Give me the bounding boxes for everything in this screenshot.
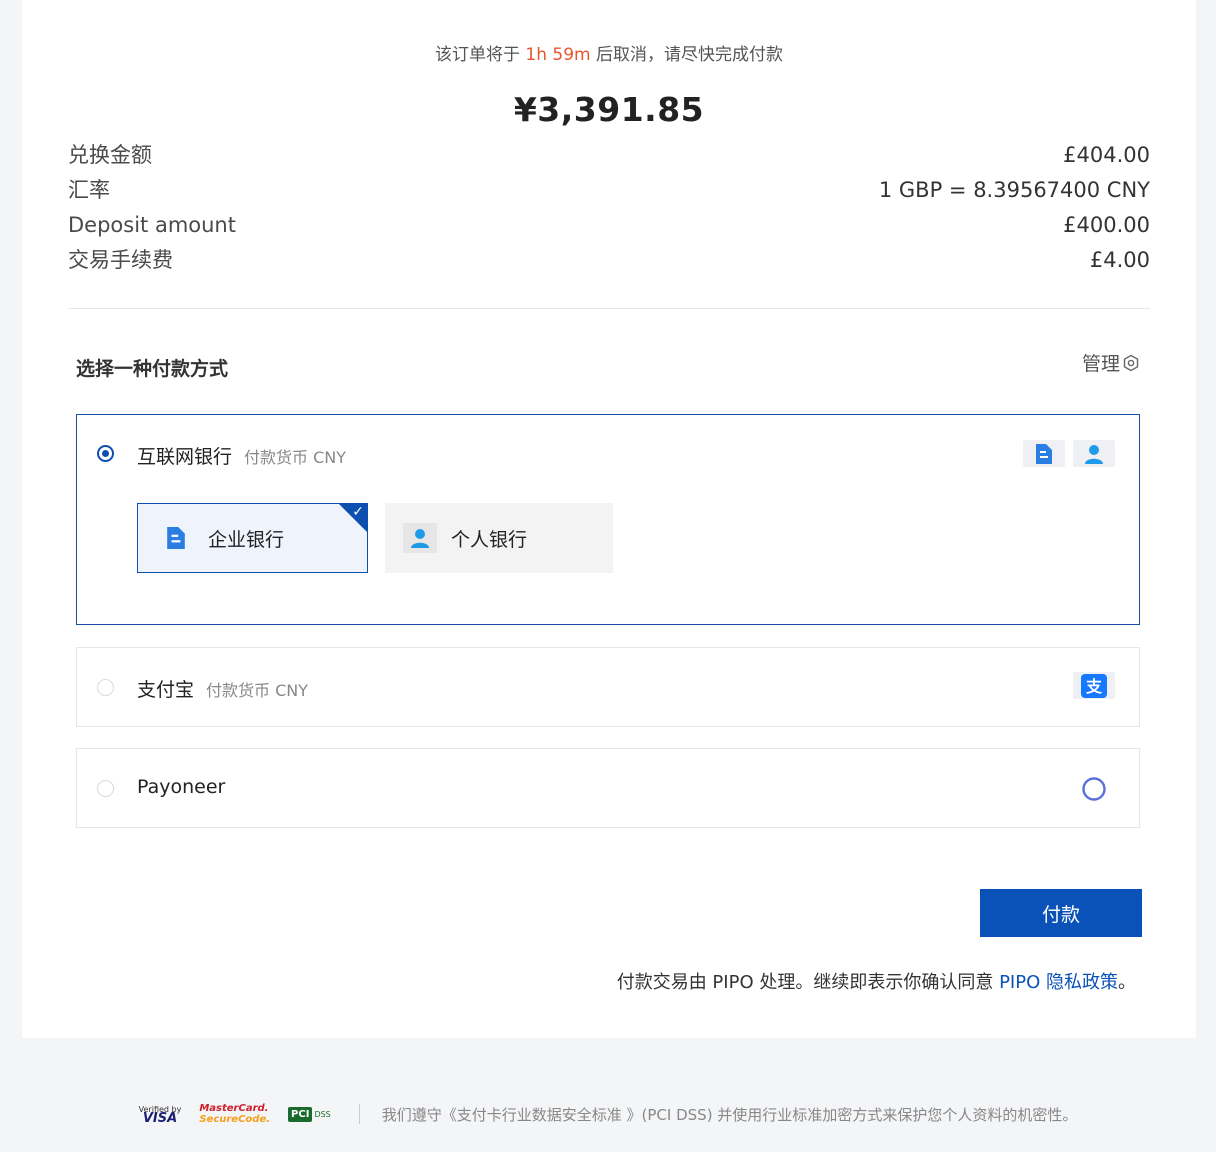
personal-bank-label: 个人银行 (451, 528, 528, 551)
svg-text:支: 支 (1085, 677, 1103, 696)
enterprise-bank-icon (1023, 440, 1065, 467)
manage-label: 管理 (1081, 353, 1120, 375)
payment-method-payoneer[interactable]: Payoneer (76, 748, 1140, 828)
method-currency: 付款货币 CNY (244, 448, 347, 467)
method-icons: 支 (1073, 672, 1115, 699)
terms-end: 。 (1118, 972, 1136, 993)
divider (68, 308, 1150, 309)
pci-sub: DSS (314, 1109, 331, 1119)
personal-bank-icon (403, 523, 437, 553)
settings-icon (1123, 354, 1139, 371)
payment-method-label: Payoneer (137, 776, 225, 798)
radio-alipay[interactable] (97, 679, 114, 696)
method-name: 支付宝 (137, 679, 195, 701)
pci-main: PCI (288, 1106, 313, 1122)
mastercard-securecode-logo: MasterCard. SecureCode. (199, 1103, 270, 1125)
personal-bank-icon (1073, 440, 1115, 467)
payment-section-title: 选择一种付款方式 (76, 358, 229, 380)
summary-value: 1 GBP = 8.39567400 CNY (878, 178, 1150, 202)
summary-row-deposit: Deposit amount £400.00 (68, 210, 1150, 245)
payment-method-label: 支付宝 付款货币 CNY (137, 675, 308, 702)
personal-bank-option[interactable]: 个人银行 (385, 503, 613, 573)
countdown-notice: 该订单将于 1h 59m 后取消，请尽快完成付款 (22, 40, 1196, 65)
mc-top: MasterCard. (199, 1103, 269, 1114)
summary-label: 兑换金额 (68, 143, 152, 167)
payment-method-alipay[interactable]: 支付宝 付款货币 CNY 支 (76, 647, 1140, 727)
pci-dss-logo: PCI DSS (288, 1106, 331, 1122)
method-icons (1023, 440, 1115, 467)
amount-summary: 兑换金额 £404.00 汇率 1 GBP = 8.39567400 CNY D… (68, 140, 1150, 280)
visa-main: VISA (142, 1111, 178, 1126)
summary-label: 交易手续费 (68, 248, 173, 272)
method-name: 互联网银行 (137, 446, 233, 468)
summary-row-rate: 汇率 1 GBP = 8.39567400 CNY (68, 175, 1150, 210)
manage-button[interactable]: 管理 (1082, 349, 1140, 376)
pay-button[interactable]: 付款 (980, 889, 1142, 937)
radio-internet-bank[interactable] (97, 445, 114, 462)
pci-compliance-text: 我们遵守《支付卡行业数据安全标准 》(PCI DSS) 并使用行业标准加密方式来… (381, 1105, 1078, 1124)
enterprise-bank-option[interactable]: 企业银行 ✓ (137, 503, 368, 573)
method-icons (1073, 775, 1115, 802)
enterprise-bank-icon (162, 524, 190, 552)
summary-row-exchange: 兑换金额 £404.00 (68, 140, 1150, 175)
countdown-time: 1h 59m (525, 45, 591, 65)
security-footer: Verified by VISA MasterCard. SecureCode.… (0, 1100, 1216, 1128)
method-currency: 付款货币 CNY (206, 681, 309, 700)
payment-card: 该订单将于 1h 59m 后取消，请尽快完成付款 ¥3,391.85 兑换金额 … (22, 0, 1196, 1038)
payoneer-icon (1073, 775, 1115, 802)
summary-value: £400.00 (1063, 213, 1150, 237)
summary-value: £404.00 (1063, 143, 1150, 167)
footer-divider (358, 1104, 360, 1124)
summary-label: Deposit amount (68, 213, 236, 237)
terms-text: 付款交易由 PIPO 处理。继续即表示你确认同意 (616, 972, 994, 993)
countdown-suffix: 后取消，请尽快完成付款 (596, 45, 783, 65)
verified-by-visa-logo: Verified by VISA (139, 1105, 182, 1126)
method-name: Payoneer (137, 776, 226, 798)
summary-value: £4.00 (1089, 248, 1150, 272)
radio-payoneer[interactable] (97, 780, 114, 797)
alipay-icon: 支 (1073, 672, 1115, 699)
terms-notice: 付款交易由 PIPO 处理。继续即表示你确认同意 PIPO 隐私政策。 (617, 968, 1136, 994)
enterprise-bank-label: 企业银行 (208, 528, 285, 551)
check-icon: ✓ (352, 504, 364, 520)
mc-bottom: SecureCode. (199, 1114, 271, 1125)
security-badges: Verified by VISA MasterCard. SecureCode.… (139, 1103, 331, 1125)
summary-label: 汇率 (68, 178, 110, 202)
countdown-prefix: 该订单将于 (435, 45, 520, 65)
payment-method-label: 互联网银行 付款货币 CNY (137, 442, 346, 469)
summary-row-fee: 交易手续费 £4.00 (68, 245, 1150, 280)
payment-method-internet-bank[interactable]: 互联网银行 付款货币 CNY 企业银行 ✓ 个人银行 (76, 414, 1140, 625)
total-amount: ¥3,391.85 (513, 90, 705, 129)
privacy-policy-link[interactable]: PIPO 隐私政策 (999, 972, 1118, 993)
